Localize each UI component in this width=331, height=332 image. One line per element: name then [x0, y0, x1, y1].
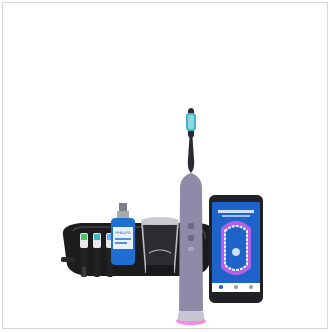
product-photo: PHILIPS: [61, 108, 263, 325]
product-photo-frame: PHILIPS: [2, 2, 328, 329]
brush-heads-icon: [80, 233, 114, 277]
smartphone-app-icon: [209, 195, 263, 303]
bottle-brand-label: PHILIPS: [115, 230, 131, 235]
toothbrush-icon: [176, 108, 206, 325]
mouthwash-bottle-icon: PHILIPS: [111, 203, 135, 265]
charging-glass-icon: [141, 217, 179, 275]
